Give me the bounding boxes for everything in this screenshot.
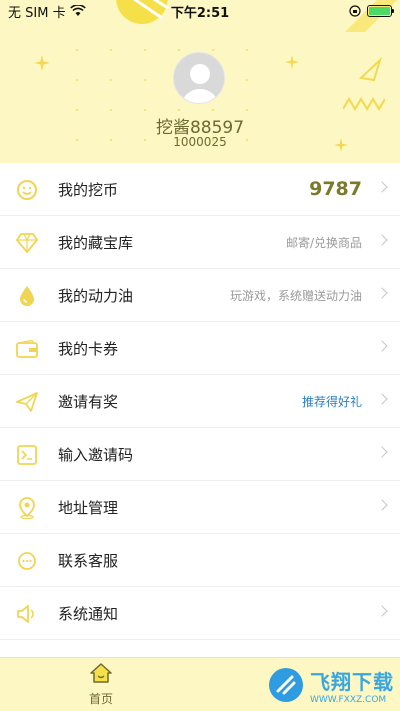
watermark-logo: 飞翔下载 WWW.FXXZ.COM (266, 662, 394, 708)
decoration-star (285, 55, 299, 69)
chevron-right-icon (376, 234, 388, 246)
menu-item-address[interactable]: 地址管理 (0, 481, 400, 534)
menu-item-hint: 玩游戏，系统赠送动力油 (229, 288, 362, 303)
menu-item-treasury[interactable]: 我的藏宝库 邮寄/兑换商品 (0, 216, 400, 269)
menu-item-notifications[interactable]: 系统通知 (0, 587, 400, 640)
tab-home-label: 首页 (88, 692, 113, 706)
menu-item-invite-reward[interactable]: 邀请有奖 推荐得好礼 (0, 375, 400, 428)
chevron-right-icon (376, 340, 388, 352)
speaker-icon (15, 602, 39, 626)
decoration-triangle (358, 56, 383, 82)
menu-item-hint: 邮寄/兑换商品 (285, 235, 362, 250)
coin-balance: 9787 (309, 178, 362, 200)
chevron-right-icon (376, 181, 388, 193)
chevron-right-icon (376, 499, 388, 511)
menu-list: 我的挖币 9787 我的藏宝库 邮寄/兑换商品 我的动力油 玩游戏，系统赠送动力… (0, 163, 400, 640)
home-icon (90, 663, 112, 683)
location-icon (15, 496, 39, 520)
watermark-url: WWW.FXXZ.COM (310, 694, 387, 705)
invite-code-icon (15, 443, 39, 467)
menu-item-label: 我的动力油 (58, 286, 134, 305)
menu-item-power-oil[interactable]: 我的动力油 玩游戏，系统赠送动力油 (0, 269, 400, 322)
decoration-star (34, 55, 50, 71)
menu-item-coupons[interactable]: 我的卡券 (0, 322, 400, 375)
menu-item-label: 系统通知 (58, 604, 119, 623)
tab-home[interactable]: 首页 (78, 662, 124, 707)
wallet-icon (15, 337, 39, 361)
profile-header: 无 SIM 卡 下午2:51 挖酱88597 1000025 (0, 0, 400, 163)
tab-bar: 首页 飞翔下载 WWW.FXXZ.COM (0, 657, 400, 711)
clock: 下午2:51 (170, 5, 230, 21)
menu-item-label: 地址管理 (58, 498, 119, 517)
paper-plane-icon (15, 390, 39, 414)
chevron-right-icon (376, 393, 388, 405)
menu-item-coins[interactable]: 我的挖币 9787 (0, 163, 400, 216)
chevron-right-icon (376, 605, 388, 617)
menu-item-label: 联系客服 (58, 551, 119, 570)
chevron-right-icon (376, 287, 388, 299)
user-placeholder-icon (182, 64, 218, 103)
oil-drop-icon (15, 284, 39, 308)
invite-reward-hint: 推荐得好礼 (301, 394, 362, 409)
menu-item-label: 我的卡券 (58, 339, 119, 358)
menu-item-label: 我的挖币 (58, 180, 119, 199)
status-bar: 无 SIM 卡 下午2:51 (0, 0, 400, 22)
menu-item-support[interactable]: 联系客服 (0, 534, 400, 587)
smiley-icon (15, 178, 39, 202)
chat-icon (15, 549, 39, 573)
chevron-right-icon (376, 446, 388, 458)
watermark-text: 飞翔下载 (310, 669, 394, 694)
menu-item-label: 输入邀请码 (58, 445, 134, 464)
menu-item-label: 邀请有奖 (58, 392, 119, 411)
user-id: 1000025 (173, 135, 227, 149)
avatar[interactable] (173, 52, 225, 104)
menu-item-invite-code[interactable]: 输入邀请码 (0, 428, 400, 481)
menu-item-label: 我的藏宝库 (58, 233, 134, 252)
diamond-icon (15, 231, 39, 255)
watermark-badge-icon (269, 668, 303, 702)
decoration-zigzag (343, 97, 385, 111)
battery-icon (367, 5, 394, 17)
